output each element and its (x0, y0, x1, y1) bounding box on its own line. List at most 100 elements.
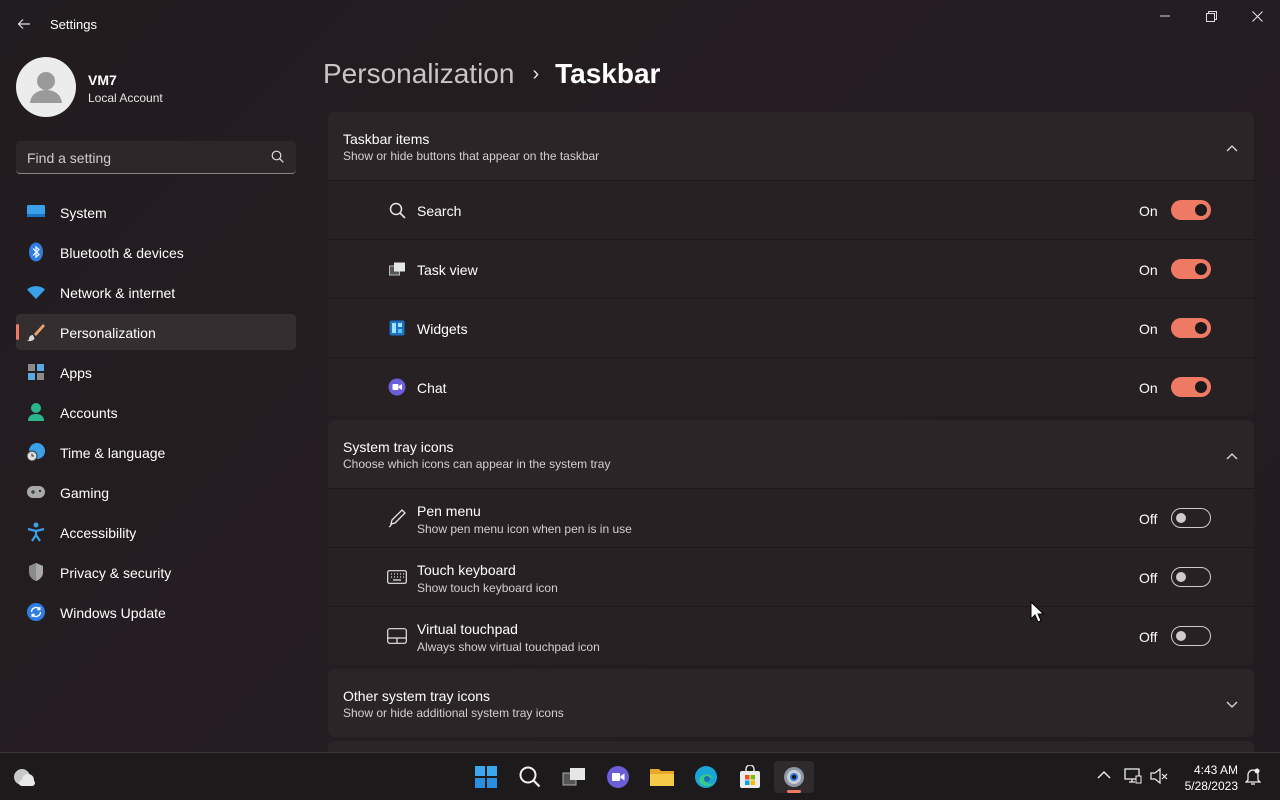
taskbar-file-explorer-button[interactable] (642, 761, 682, 793)
search-icon (387, 200, 407, 220)
brush-icon (26, 323, 46, 342)
setting-label: Chat (417, 380, 447, 396)
widgets-toggle[interactable] (1171, 318, 1211, 338)
taskbar-items-header[interactable]: Taskbar items Show or hide buttons that … (328, 112, 1254, 180)
sidebar-item-apps[interactable]: Apps (16, 354, 296, 390)
user-profile[interactable]: VM7 Local Account (16, 57, 296, 117)
bluetooth-icon (26, 242, 46, 262)
taskbar-chat-button[interactable] (598, 761, 638, 793)
user-avatar-icon (30, 72, 62, 103)
sidebar-item-system[interactable]: System (16, 194, 296, 230)
setting-label: Pen menu (417, 503, 481, 519)
taskbar-store-button[interactable] (730, 761, 770, 793)
touchpad-icon (387, 626, 407, 646)
minimize-button[interactable] (1142, 0, 1188, 32)
sidebar-item-network[interactable]: Network & internet (16, 274, 296, 310)
volume-muted-icon[interactable] (1150, 767, 1168, 789)
widgets-icon (387, 318, 407, 338)
close-button[interactable] (1234, 0, 1280, 32)
chevron-up-icon[interactable] (1226, 139, 1238, 157)
taskbar-task-view-button[interactable] (554, 761, 594, 793)
notification-icon[interactable] (1244, 768, 1262, 791)
clock-date: 5/28/2023 (1184, 779, 1238, 793)
network-ethernet-icon[interactable] (1124, 768, 1142, 789)
close-icon (1251, 10, 1263, 22)
setting-row-search: Search On (328, 180, 1254, 239)
pen-menu-toggle[interactable] (1171, 508, 1211, 528)
toggle-state: On (1139, 321, 1158, 337)
system-clock[interactable]: 4:43 AM 5/28/2023 (1178, 762, 1238, 794)
sidebar-item-accessibility[interactable]: Accessibility (16, 514, 296, 550)
sidebar-item-label: Personalization (60, 325, 156, 341)
sidebar-item-time-language[interactable]: Time & language (16, 434, 296, 470)
other-tray-section[interactable]: Other system tray icons Show or hide add… (328, 669, 1254, 737)
task-view-toggle[interactable] (1171, 259, 1211, 279)
file-explorer-icon (650, 769, 674, 786)
setting-sublabel: Always show virtual touchpad icon (417, 640, 600, 654)
setting-row-pen-menu: Pen menu Show pen menu icon when pen is … (328, 488, 1254, 547)
keyboard-icon (387, 567, 407, 587)
weather-icon[interactable] (12, 765, 38, 794)
toggle-state: On (1139, 203, 1158, 219)
setting-label: Search (417, 203, 462, 219)
sidebar-item-accounts[interactable]: Accounts (16, 394, 296, 430)
wifi-icon (26, 283, 46, 301)
sidebar-item-personalization[interactable]: Personalization (16, 314, 296, 350)
touch-keyboard-toggle[interactable] (1171, 567, 1211, 587)
section-description: Show or hide additional system tray icon… (343, 706, 564, 720)
sidebar-item-privacy-security[interactable]: Privacy & security (16, 554, 296, 590)
setting-row-task-view: Task view On (328, 239, 1254, 298)
virtual-touchpad-toggle[interactable] (1171, 626, 1211, 646)
setting-row-virtual-touchpad: Virtual touchpad Always show virtual tou… (328, 606, 1254, 665)
update-icon (26, 603, 46, 621)
system-tray-header[interactable]: System tray icons Choose which icons can… (328, 420, 1254, 488)
chevron-up-icon[interactable] (1226, 447, 1238, 465)
start-button[interactable] (466, 761, 506, 793)
sidebar-item-label: Accessibility (60, 525, 137, 541)
toggle-state: Off (1139, 570, 1158, 586)
search-input[interactable]: Find a setting (16, 141, 296, 174)
breadcrumb-parent[interactable]: Personalization (323, 58, 514, 90)
page-title: Taskbar (555, 58, 661, 89)
toggle-state: On (1139, 262, 1158, 278)
system-icon (26, 203, 46, 221)
sidebar-item-label: Network & internet (60, 285, 176, 301)
taskbar: 4:43 AM 5/28/2023 (0, 752, 1280, 800)
teams-chat-icon (607, 766, 629, 788)
sidebar-item-bluetooth[interactable]: Bluetooth & devices (16, 234, 296, 270)
store-icon (740, 765, 760, 788)
accounts-icon (26, 403, 46, 421)
system-tray-section: System tray icons Choose which icons can… (328, 420, 1254, 665)
app-title: Settings (50, 17, 97, 32)
minimize-icon (1160, 15, 1170, 17)
setting-row-touch-keyboard: Touch keyboard Show touch keyboard icon … (328, 547, 1254, 606)
restore-button[interactable] (1188, 0, 1234, 32)
setting-label: Widgets (417, 321, 468, 337)
back-button[interactable] (10, 10, 38, 38)
apps-icon (26, 363, 46, 381)
taskbar-edge-button[interactable] (686, 761, 726, 793)
breadcrumb-separator: › (532, 62, 540, 85)
back-arrow-icon (17, 19, 30, 29)
clock-time: 4:43 AM (1193, 763, 1238, 777)
taskbar-settings-button[interactable] (774, 761, 814, 793)
shield-icon (26, 563, 46, 581)
sidebar-item-label: Privacy & security (60, 565, 172, 581)
show-hidden-icons-chevron-up-icon[interactable] (1097, 767, 1111, 785)
other-tray-header[interactable]: Other system tray icons Show or hide add… (328, 669, 1254, 737)
sidebar-nav: System Bluetooth & devices Network & int… (16, 194, 296, 634)
sidebar-item-windows-update[interactable]: Windows Update (16, 594, 296, 630)
edge-icon (695, 766, 717, 788)
sidebar-item-gaming[interactable]: Gaming (16, 474, 296, 510)
chat-toggle[interactable] (1171, 377, 1211, 397)
search-toggle[interactable] (1171, 200, 1211, 220)
taskbar-search-button[interactable] (510, 761, 550, 793)
start-icon (475, 766, 497, 788)
toggle-state: On (1139, 380, 1158, 396)
sidebar-item-label: Bluetooth & devices (60, 245, 184, 261)
chevron-down-icon[interactable] (1226, 696, 1238, 714)
setting-sublabel: Show pen menu icon when pen is in use (417, 522, 632, 536)
setting-row-chat: Chat On (328, 357, 1254, 416)
sidebar-item-label: Gaming (60, 485, 110, 501)
section-title: Other system tray icons (343, 688, 491, 704)
